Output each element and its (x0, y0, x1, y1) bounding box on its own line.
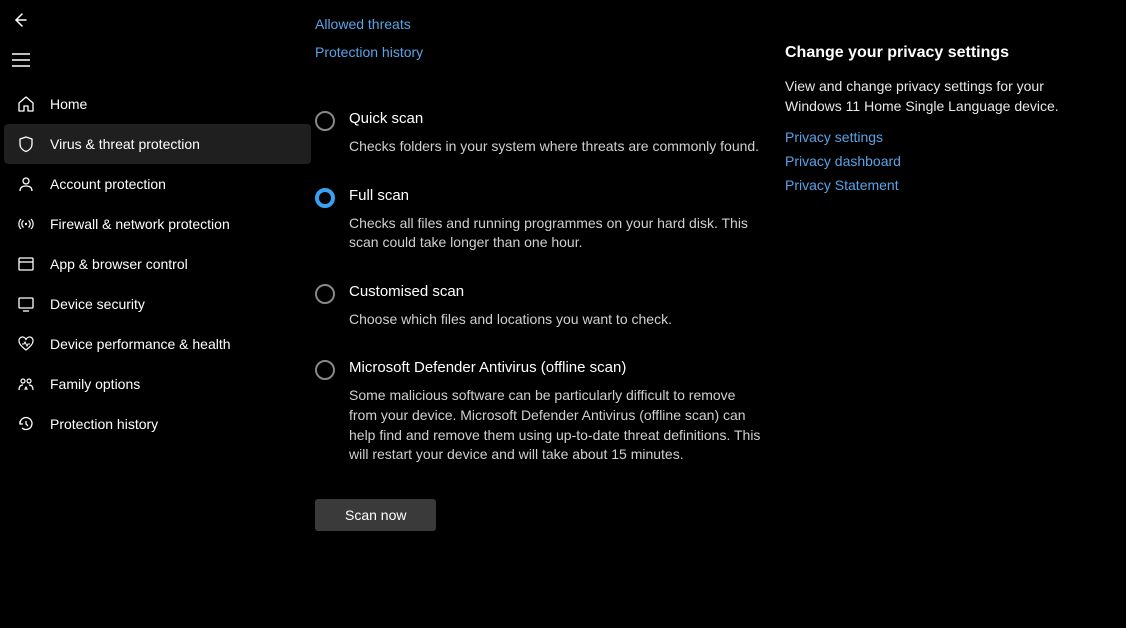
sidebar-item-protection-history[interactable]: Protection history (4, 404, 311, 444)
app-window-icon (16, 254, 36, 274)
main-content: Allowed threats Protection history Quick… (315, 0, 785, 628)
option-text: Customised scan Choose which files and l… (349, 283, 672, 330)
antenna-icon (16, 214, 36, 234)
scan-options: Quick scan Checks folders in your system… (315, 110, 765, 465)
sidebar-item-app-browser-control[interactable]: App & browser control (4, 244, 311, 284)
scan-now-button[interactable]: Scan now (315, 499, 436, 531)
sidebar-item-label: App & browser control (50, 256, 188, 272)
history-icon (16, 414, 36, 434)
sidebar-item-device-performance-health[interactable]: Device performance & health (4, 324, 311, 364)
sidebar-item-label: Home (50, 96, 87, 112)
person-icon (16, 174, 36, 194)
sidebar-item-label: Protection history (50, 416, 158, 432)
sidebar-item-account-protection[interactable]: Account protection (4, 164, 311, 204)
back-arrow-icon (12, 12, 28, 28)
radio-customised-scan[interactable] (315, 284, 335, 304)
option-desc: Checks folders in your system where thre… (349, 137, 759, 157)
home-icon (16, 94, 36, 114)
hamburger-icon (12, 53, 30, 67)
allowed-threats-link[interactable]: Allowed threats (315, 16, 765, 32)
privacy-desc: View and change privacy settings for you… (785, 76, 1065, 117)
privacy-statement-link[interactable]: Privacy Statement (785, 177, 1065, 193)
option-desc: Checks all files and running programmes … (349, 214, 765, 253)
sidebar-item-firewall-network-protection[interactable]: Firewall & network protection (4, 204, 311, 244)
sidebar-item-home[interactable]: Home (4, 84, 311, 124)
option-text: Full scan Checks all files and running p… (349, 187, 765, 253)
sidebar-item-label: Account protection (50, 176, 166, 192)
option-customised-scan: Customised scan Choose which files and l… (315, 283, 765, 330)
heart-pulse-icon (16, 334, 36, 354)
option-title: Customised scan (349, 283, 672, 300)
option-desc: Choose which files and locations you wan… (349, 310, 672, 330)
shield-icon (16, 134, 36, 154)
privacy-panel: Change your privacy settings View and ch… (785, 0, 1085, 628)
sidebar-item-device-security[interactable]: Device security (4, 284, 311, 324)
option-text: Microsoft Defender Antivirus (offline sc… (349, 359, 765, 464)
sidebar-item-label: Device performance & health (50, 336, 231, 352)
privacy-title: Change your privacy settings (785, 44, 1065, 62)
privacy-dashboard-link[interactable]: Privacy dashboard (785, 153, 1065, 169)
sidebar-item-label: Firewall & network protection (50, 216, 230, 232)
radio-quick-scan[interactable] (315, 111, 335, 131)
top-links: Allowed threats Protection history (315, 16, 765, 60)
sidebar-item-label: Device security (50, 296, 145, 312)
option-desc: Some malicious software can be particula… (349, 386, 765, 464)
back-button[interactable] (0, 0, 40, 40)
sidebar-item-virus-threat-protection[interactable]: Virus & threat protection (4, 124, 311, 164)
privacy-links: Privacy settings Privacy dashboard Priva… (785, 129, 1065, 193)
option-offline-scan: Microsoft Defender Antivirus (offline sc… (315, 359, 765, 464)
option-full-scan: Full scan Checks all files and running p… (315, 187, 765, 253)
privacy-settings-link[interactable]: Privacy settings (785, 129, 1065, 145)
topbar (0, 0, 315, 40)
nav: Home Virus & threat protection Account p… (0, 84, 315, 444)
option-title: Microsoft Defender Antivirus (offline sc… (349, 359, 765, 376)
option-title: Quick scan (349, 110, 759, 127)
sidebar-item-label: Family options (50, 376, 140, 392)
monitor-icon (16, 294, 36, 314)
option-quick-scan: Quick scan Checks folders in your system… (315, 110, 765, 157)
menu-button[interactable] (0, 40, 315, 80)
sidebar-item-family-options[interactable]: Family options (4, 364, 311, 404)
radio-full-scan[interactable] (315, 188, 335, 208)
protection-history-link[interactable]: Protection history (315, 44, 765, 60)
option-text: Quick scan Checks folders in your system… (349, 110, 759, 157)
family-icon (16, 374, 36, 394)
sidebar-item-label: Virus & threat protection (50, 136, 200, 152)
radio-offline-scan[interactable] (315, 360, 335, 380)
sidebar: Home Virus & threat protection Account p… (0, 0, 315, 628)
option-title: Full scan (349, 187, 765, 204)
